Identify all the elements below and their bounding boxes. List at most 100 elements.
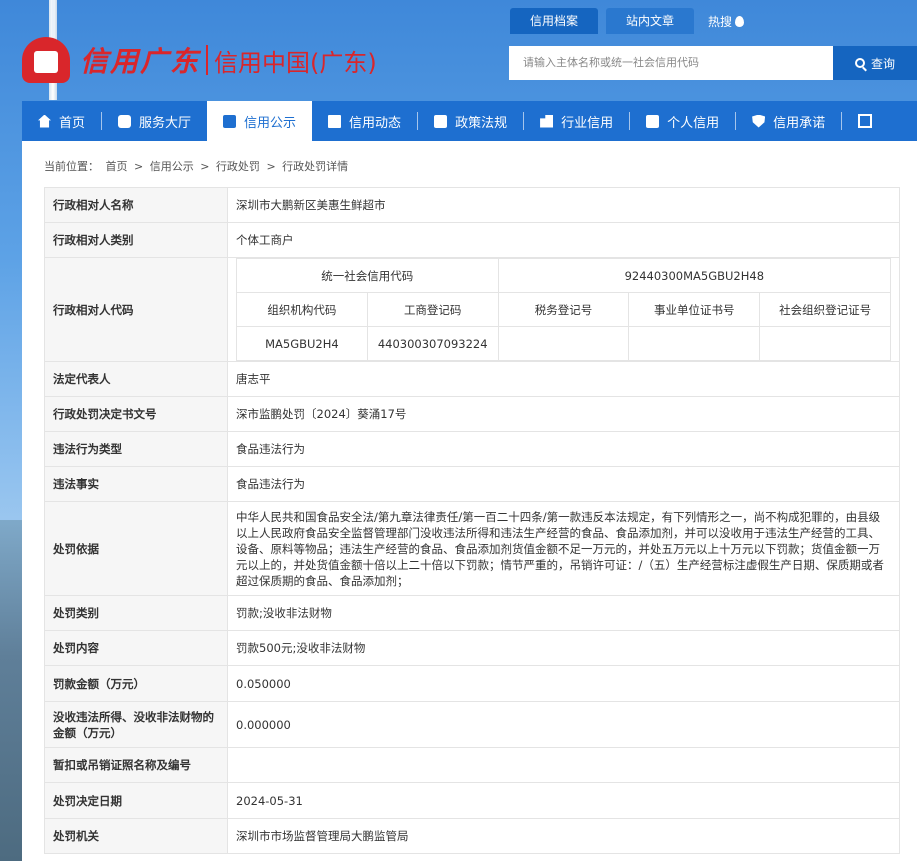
nav-item-credit-commitment[interactable]: 信用承诺 [736, 101, 841, 141]
hot-search-label: 热搜 [708, 14, 733, 29]
nav-item-credit-publicity[interactable]: 信用公示 [207, 101, 313, 141]
code-value [628, 326, 761, 361]
table-row: 处罚类别 罚款;没收非法财物 [44, 595, 900, 631]
row-label: 暂扣或吊销证照名称及编号 [44, 747, 228, 783]
row-value: 罚款500元;没收非法财物 [227, 630, 900, 666]
code-header: 工商登记码 [366, 292, 499, 327]
table-row: 违法行为类型 食品违法行为 [44, 431, 900, 467]
nav-item-label: 服务大厅 [139, 115, 192, 131]
nav-item-label: 信用动态 [349, 115, 402, 131]
breadcrumb-link-home[interactable]: 首页 [106, 160, 128, 173]
table-row: 行政处罚决定书文号 深市监鹏处罚〔2024〕葵涌17号 [44, 396, 900, 432]
site-header: 信用广东 信用中国(广东) 信用档案 站内文章 热搜 请输入主体名称或统一社会信… [0, 0, 917, 100]
row-label: 行政相对人代码 [44, 257, 228, 362]
code-header: 社会组织登记证号 [759, 292, 891, 327]
search-input[interactable]: 请输入主体名称或统一社会信用代码 [509, 46, 834, 80]
code-header: 事业单位证书号 [628, 292, 761, 327]
notice-icon [223, 114, 237, 128]
row-label: 违法行为类型 [44, 431, 228, 467]
row-label: 行政处罚决定书文号 [44, 396, 228, 432]
table-row: 行政相对人类别 个体工商户 [44, 222, 900, 258]
table-row: 处罚依据 中华人民共和国食品安全法/第九章法律责任/第一百二十四条/第一款违反本… [44, 501, 900, 596]
breadcrumb-separator: > [200, 160, 210, 173]
nav-item-credit-news[interactable]: 信用动态 [312, 101, 417, 141]
code-header: 税务登记号 [497, 292, 630, 327]
row-value: 0.050000 [227, 665, 900, 702]
row-value: 个体工商户 [227, 222, 900, 258]
nav-item-label: 行业信用 [561, 115, 614, 131]
breadcrumb-link-penalty[interactable]: 行政处罚 [216, 160, 260, 173]
nav-item-label: 政策法规 [455, 115, 508, 131]
row-label: 处罚决定日期 [44, 782, 228, 819]
code-value: MA5GBU2H4 [236, 326, 368, 361]
row-label: 违法事实 [44, 466, 228, 502]
breadcrumb-link-credit-publicity[interactable]: 信用公示 [150, 160, 194, 173]
row-value: 罚款;没收非法财物 [227, 595, 900, 631]
uscc-value: 92440300MA5GBU2H48 [497, 258, 892, 293]
table-row: 罚款金额（万元） 0.050000 [44, 665, 900, 702]
row-value: 深圳市市场监督管理局大鹏监管局 [227, 818, 900, 854]
row-value: 深市监鹏处罚〔2024〕葵涌17号 [227, 396, 900, 432]
nav-item-label: 个人信用 [667, 115, 720, 131]
logo-emblem-icon [22, 37, 70, 83]
logo-text: 信用广东 [80, 45, 201, 78]
row-label: 处罚机关 [44, 818, 228, 854]
row-label: 处罚类别 [44, 595, 228, 631]
code-subtable: 统一社会信用代码 92440300MA5GBU2H48 组织机构代码 工商登记码… [236, 258, 892, 361]
row-label: 没收违法所得、没收非法财物的金额（万元） [44, 701, 228, 748]
hot-search-link[interactable]: 热搜 [708, 13, 745, 30]
news-icon [328, 114, 342, 128]
search-scope-tabs: 信用档案 站内文章 热搜 [510, 8, 745, 34]
breadcrumb-current: 行政处罚详情 [282, 160, 349, 173]
nav-item-home[interactable]: 首页 [22, 101, 101, 141]
table-row: 处罚内容 罚款500元;没收非法财物 [44, 630, 900, 666]
row-value [227, 747, 900, 783]
grid-icon [118, 114, 132, 128]
code-header: 组织机构代码 [236, 292, 368, 327]
code-value [497, 326, 630, 361]
nav-item-service-hall[interactable]: 服务大厅 [102, 101, 207, 141]
nav-item-industry-credit[interactable]: 行业信用 [524, 101, 629, 141]
uscc-label: 统一社会信用代码 [236, 258, 499, 293]
row-label: 处罚内容 [44, 630, 228, 666]
table-row: 行政相对人代码 统一社会信用代码 92440300MA5GBU2H48 组织机构… [44, 257, 900, 362]
row-value: 食品违法行为 [227, 431, 900, 467]
row-value: 深圳市大鹏新区美惠生鲜超市 [227, 187, 900, 223]
expand-icon [858, 114, 873, 128]
row-label: 罚款金额（万元） [44, 665, 228, 702]
code-header-row: 组织机构代码 工商登记码 税务登记号 事业单位证书号 社会组织登记证号 [236, 292, 891, 327]
home-icon [38, 114, 51, 128]
content-panel: 当前位置： 首页 > 信用公示 > 行政处罚 > 行政处罚详情 行政相对人名称 … [22, 141, 917, 861]
nav-expand-button[interactable] [842, 101, 888, 141]
main-nav: 首页 服务大厅 信用公示 信用动态 政策法规 行业信用 个人信用 信用承诺 [22, 101, 917, 141]
site-logo[interactable]: 信用广东 信用中国(广东) [22, 35, 377, 85]
logo-subtitle: 信用中国(广东) [214, 48, 377, 77]
flame-icon [735, 15, 745, 27]
row-value: 2024-05-31 [227, 782, 900, 819]
tab-credit-file[interactable]: 信用档案 [510, 8, 599, 34]
code-value [759, 326, 891, 361]
table-row: 处罚机关 深圳市市场监督管理局大鹏监管局 [44, 818, 900, 854]
nav-item-policy[interactable]: 政策法规 [418, 101, 523, 141]
breadcrumb-separator: > [134, 160, 144, 173]
shield-icon [752, 114, 766, 128]
table-row: 暂扣或吊销证照名称及编号 [44, 747, 900, 783]
code-uscc-row: 统一社会信用代码 92440300MA5GBU2H48 [236, 258, 892, 293]
breadcrumb-separator: > [266, 160, 276, 173]
code-value: 440300307093224 [366, 326, 499, 361]
row-value: 中华人民共和国食品安全法/第九章法律责任/第一百二十四条/第一款违反本法规定，有… [227, 501, 900, 596]
row-value: 食品违法行为 [227, 466, 900, 502]
penalty-detail-table: 行政相对人名称 深圳市大鹏新区美惠生鲜超市 行政相对人类别 个体工商户 行政相对… [44, 187, 900, 854]
row-value: 0.000000 [227, 701, 900, 748]
row-label: 行政相对人类别 [44, 222, 228, 258]
code-subtable-cell: 统一社会信用代码 92440300MA5GBU2H48 组织机构代码 工商登记码… [227, 257, 900, 362]
search-icon [854, 58, 865, 68]
search-button[interactable]: 查询 [833, 46, 917, 80]
nav-item-personal-credit[interactable]: 个人信用 [630, 101, 735, 141]
building-icon [540, 114, 554, 128]
logo-divider [206, 45, 209, 75]
tab-site-articles[interactable]: 站内文章 [606, 8, 695, 34]
nav-item-label: 信用公示 [244, 115, 297, 131]
search-button-label: 查询 [870, 56, 895, 71]
table-row: 处罚决定日期 2024-05-31 [44, 782, 900, 819]
